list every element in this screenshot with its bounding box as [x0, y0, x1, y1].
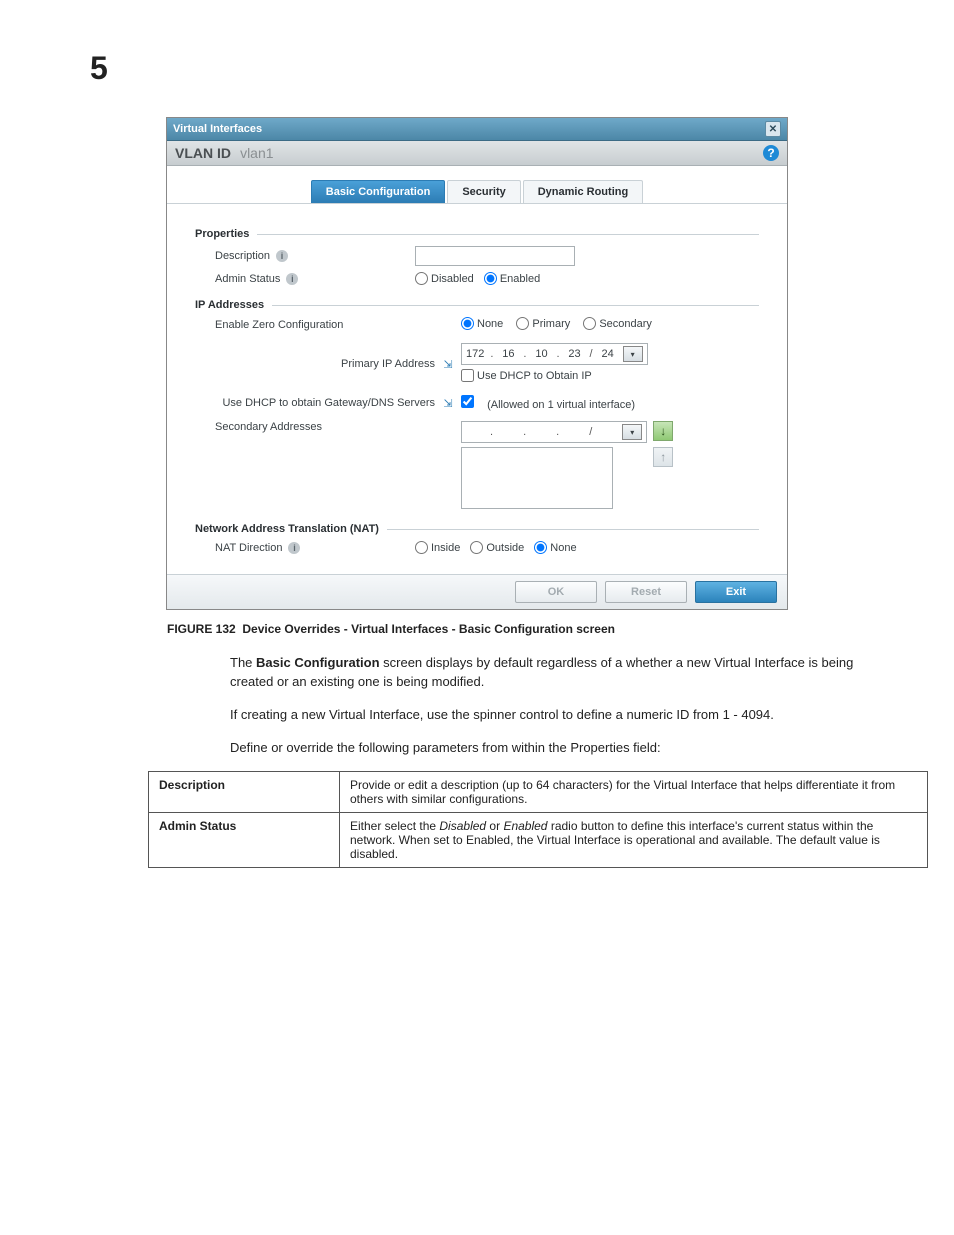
ip-octet-2[interactable] [499, 426, 517, 438]
primary-ip-field: 172. 16. 10. 23/ 24 ▾ Use DHCP to Obtain… [461, 343, 759, 385]
zero-conf-label: Enable Zero Configuration [215, 319, 455, 331]
exit-button[interactable]: Exit [695, 581, 777, 603]
close-icon[interactable]: ✕ [765, 121, 781, 137]
zero-conf-options: None Primary Secondary [461, 317, 759, 333]
table-row: Description Provide or edit a descriptio… [149, 772, 928, 813]
vlan-id-label: VLAN ID [175, 145, 231, 161]
dialog-tabs: Basic Configuration Security Dynamic Rou… [167, 180, 787, 204]
link-icon[interactable]: ⇲ [441, 396, 455, 410]
secondary-addresses-label: Secondary Addresses [215, 421, 455, 433]
tab-security[interactable]: Security [447, 180, 520, 203]
info-icon[interactable]: i [276, 250, 288, 262]
divider [257, 234, 759, 235]
param-description: Either select the Disabled or Enabled ra… [340, 813, 928, 868]
dialog-subheader: VLAN ID vlan1 ? [167, 141, 787, 166]
secondary-addresses-control: . . . / ▾ ↓ ↑ [461, 421, 759, 509]
primary-ip-label: Primary IP Address [341, 358, 435, 370]
radio-nat-none[interactable]: None [534, 541, 576, 554]
table-row: Admin Status Either select the Disabled … [149, 813, 928, 868]
chevron-down-icon[interactable]: ▾ [622, 424, 642, 440]
row-nat-direction: NAT Direction i Inside Outside None [215, 541, 759, 554]
radio-zero-conf-none[interactable]: None [461, 317, 503, 330]
dialog-body: Properties Description i Admin Status i … [167, 204, 787, 574]
ip-octet-1[interactable] [466, 426, 484, 438]
figure-label: FIGURE 132 [167, 622, 236, 636]
ip-octet-3[interactable]: 10 [532, 348, 550, 360]
vlan-id-value: vlan1 [240, 145, 273, 161]
radio-nat-outside[interactable]: Outside [470, 541, 524, 554]
figure-caption-text: Device Overrides - Virtual Interfaces - … [242, 622, 615, 636]
section-title-label: Network Address Translation (NAT) [195, 523, 379, 535]
ip-octet-4[interactable] [565, 426, 583, 438]
radio-zero-conf-primary[interactable]: Primary [516, 317, 570, 330]
param-name: Description [149, 772, 340, 813]
section-title-ip-addresses: IP Addresses [195, 299, 759, 311]
ip-octet-1[interactable]: 172 [466, 348, 484, 360]
ok-button[interactable]: OK [515, 581, 597, 603]
section-title-nat: Network Address Translation (NAT) [195, 523, 759, 535]
radio-nat-inside[interactable]: Inside [415, 541, 460, 554]
nat-direction-label: NAT Direction [215, 542, 282, 554]
section-title-properties: Properties [195, 228, 759, 240]
dialog-footer: OK Reset Exit [167, 574, 787, 609]
radio-admin-enabled[interactable]: Enabled [484, 272, 540, 285]
ip-mask[interactable] [598, 426, 616, 438]
description-input[interactable] [415, 246, 575, 266]
radio-zero-conf-secondary[interactable]: Secondary [583, 317, 652, 330]
reset-button[interactable]: Reset [605, 581, 687, 603]
description-label: Description [215, 250, 270, 262]
param-description: Provide or edit a description (up to 64 … [340, 772, 928, 813]
virtual-interfaces-dialog: Virtual Interfaces ✕ VLAN ID vlan1 ? Bas… [166, 117, 788, 610]
divider [387, 529, 759, 530]
radio-admin-disabled[interactable]: Disabled [415, 272, 474, 285]
ip-octet-4[interactable]: 23 [566, 348, 584, 360]
row-description: Description i [215, 246, 759, 266]
use-dhcp-gw-label: Use DHCP to obtain Gateway/DNS Servers [222, 397, 435, 409]
admin-status-label: Admin Status [215, 273, 280, 285]
ip-grid: Enable Zero Configuration None Primary S… [215, 317, 759, 509]
primary-ip-input[interactable]: 172. 16. 10. 23/ 24 ▾ [461, 343, 648, 365]
secondary-ip-input[interactable]: . . . / ▾ [461, 421, 647, 443]
tab-basic-configuration[interactable]: Basic Configuration [311, 180, 446, 203]
link-icon[interactable]: ⇲ [441, 357, 455, 371]
ip-octet-3[interactable] [532, 426, 550, 438]
use-dhcp-gw-note: (Allowed on 1 virtual interface) [487, 399, 635, 411]
subheader-left: VLAN ID vlan1 [175, 145, 274, 161]
chevron-down-icon[interactable]: ▾ [623, 346, 643, 362]
row-admin-status: Admin Status i Disabled Enabled [215, 272, 759, 285]
body-paragraph: The Basic Configuration screen displays … [230, 654, 890, 692]
ip-octet-2[interactable]: 16 [499, 348, 517, 360]
body-paragraph: If creating a new Virtual Interface, use… [230, 706, 890, 725]
use-dhcp-gw-field: (Allowed on 1 virtual interface) [461, 395, 759, 411]
checkbox-use-dhcp-ip[interactable]: Use DHCP to Obtain IP [461, 369, 592, 382]
body-paragraph: Define or override the following paramet… [230, 739, 890, 758]
help-icon[interactable]: ? [763, 145, 779, 161]
param-name: Admin Status [149, 813, 340, 868]
section-title-label: IP Addresses [195, 299, 264, 311]
page-number: 5 [90, 50, 894, 87]
info-icon[interactable]: i [286, 273, 298, 285]
checkbox-use-dhcp-gw[interactable] [461, 395, 474, 408]
divider [272, 305, 759, 306]
add-button-icon[interactable]: ↓ [653, 421, 673, 441]
parameters-table: Description Provide or edit a descriptio… [148, 771, 928, 868]
tab-dynamic-routing[interactable]: Dynamic Routing [523, 180, 643, 203]
dialog-title-bar: Virtual Interfaces ✕ [167, 118, 787, 141]
dialog-title: Virtual Interfaces [173, 123, 262, 135]
ip-mask[interactable]: 24 [599, 348, 617, 360]
remove-button-icon: ↑ [653, 447, 673, 467]
figure-caption: FIGURE 132 Device Overrides - Virtual In… [167, 622, 787, 636]
document-page: 5 Virtual Interfaces ✕ VLAN ID vlan1 ? B… [0, 0, 954, 928]
section-title-label: Properties [195, 228, 249, 240]
info-icon[interactable]: i [288, 542, 300, 554]
secondary-ip-list[interactable] [461, 447, 613, 509]
